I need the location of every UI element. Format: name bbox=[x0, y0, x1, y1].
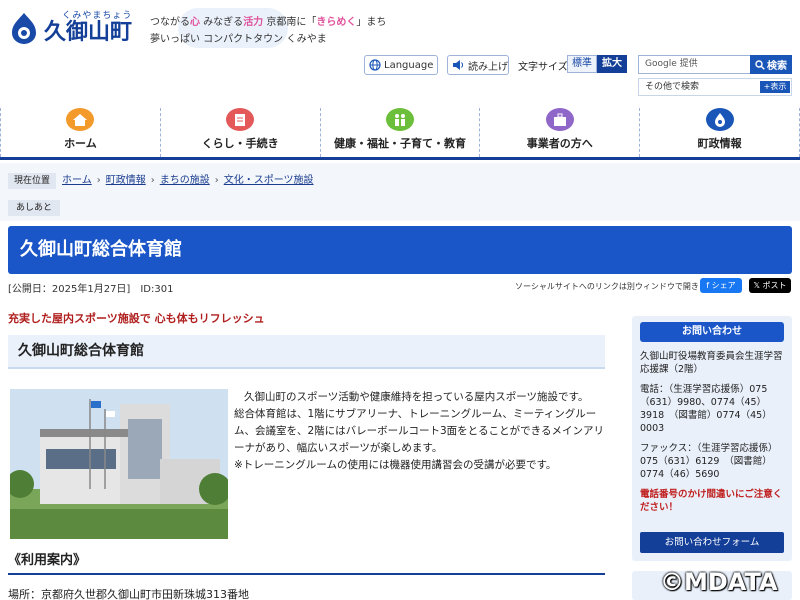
history-button[interactable]: あしあと bbox=[8, 200, 61, 216]
contact-heading: お問い合わせ bbox=[640, 322, 784, 342]
breadcrumb-home[interactable]: ホーム bbox=[62, 173, 92, 189]
facility-description: 久御山町のスポーツ活動や健康維持を担っている屋内スポーツ施設です。 総合体育館は… bbox=[234, 391, 604, 471]
breadcrumb-facilities[interactable]: まちの施設 bbox=[160, 173, 210, 189]
nav-health[interactable]: 健康・福祉・子育て・教育 bbox=[319, 108, 480, 157]
town-emblem-icon bbox=[12, 13, 36, 44]
read-aloud-button[interactable]: 読み上げ bbox=[447, 55, 509, 75]
font-size-label: 文字サイズ bbox=[518, 62, 568, 73]
breadcrumb: ホーム › 町政情報 › まちの施設 › 文化・スポーツ施設 bbox=[62, 173, 314, 189]
search-input[interactable]: Google 提供 bbox=[638, 55, 750, 74]
nav-home[interactable]: ホーム bbox=[0, 108, 160, 157]
town-emblem-icon bbox=[705, 108, 734, 131]
facebook-share-button[interactable]: f シェア bbox=[700, 278, 742, 293]
font-size-normal-button[interactable]: 標準 bbox=[567, 55, 597, 73]
breadcrumb-town-info[interactable]: 町政情報 bbox=[106, 173, 146, 189]
lead-text: 充実した屋内スポーツ施設で 心も体もリフレッシュ bbox=[8, 312, 265, 325]
nav-living[interactable]: くらし・手続き bbox=[159, 108, 320, 157]
contact-sidebar: お問い合わせ 久御山町役場教育委員会生涯学習応援課（2階） 電話：（生涯学習応援… bbox=[632, 316, 792, 561]
family-icon bbox=[385, 108, 414, 131]
gymnasium-photo bbox=[10, 389, 228, 539]
site-header: くみやまちょう 久御山町 つながる心 みなぎる活力 京都南に「きらめく」まち 夢… bbox=[0, 0, 800, 108]
publish-meta: [公開日：2025年1月27日] ID:301 bbox=[8, 284, 174, 295]
site-logo[interactable]: くみやまちょう 久御山町 bbox=[8, 8, 132, 45]
contact-form-button[interactable]: お問い合わせフォーム bbox=[640, 532, 784, 553]
contact-warning: 電話番号のかけ間違いにご注意ください！ bbox=[640, 489, 783, 513]
nav-business[interactable]: 事業者の方へ bbox=[479, 108, 639, 157]
global-nav: ホーム くらし・手続き 健康・福祉・子育て・教育 事業者の方へ 町政情報 bbox=[0, 108, 800, 160]
other-search-show-button[interactable]: +表示 bbox=[760, 81, 790, 93]
page-title: 久御山町総合体育館 bbox=[8, 226, 792, 274]
document-icon bbox=[226, 108, 255, 131]
contact-department: 久御山町役場教育委員会生涯学習応援課（2階） bbox=[640, 351, 783, 375]
contact-tel: 電話：（生涯学習応援係）075（631）9980、0774（45）3918 （図… bbox=[640, 384, 772, 434]
business-icon bbox=[545, 108, 574, 131]
breadcrumb-culture-sports[interactable]: 文化・スポーツ施設 bbox=[224, 173, 314, 189]
search-button[interactable]: 検索 bbox=[750, 55, 792, 74]
logo-kanji: 久御山町 bbox=[44, 20, 133, 45]
address: 場所：京都府久世郡久御山町市田新珠城313番地 bbox=[8, 588, 249, 600]
globe-icon bbox=[369, 59, 381, 71]
nav-town-info[interactable]: 町政情報 bbox=[639, 108, 800, 157]
slogan: つながる心 みなぎる活力 京都南に「きらめく」まち 夢いっぱい コンパクトタウン… bbox=[150, 17, 387, 45]
search-icon bbox=[755, 59, 765, 70]
home-icon bbox=[66, 108, 95, 131]
font-size-large-button[interactable]: 拡大 bbox=[597, 55, 627, 73]
breadcrumb-area: 現在位置 ホーム › 町政情報 › まちの施設 › 文化・スポーツ施設 あしあと bbox=[0, 163, 800, 221]
section-title: 久御山町総合体育館 bbox=[8, 335, 605, 369]
language-button[interactable]: Language bbox=[364, 55, 438, 75]
breadcrumb-current-label: 現在位置 bbox=[8, 173, 57, 189]
x-post-button[interactable]: 𝕏 ポスト bbox=[749, 278, 791, 293]
contact-fax: ファックス：（生涯学習応援係）075（631）6129 （図書館）0774（46… bbox=[640, 443, 778, 480]
speaker-icon bbox=[453, 60, 464, 70]
watermark: ©MDATA bbox=[660, 568, 778, 596]
usage-guide-heading: 《利用案内》 bbox=[8, 551, 605, 575]
social-note: ソーシャルサイトへのリンクは別ウィンドウで開きます bbox=[515, 282, 715, 291]
